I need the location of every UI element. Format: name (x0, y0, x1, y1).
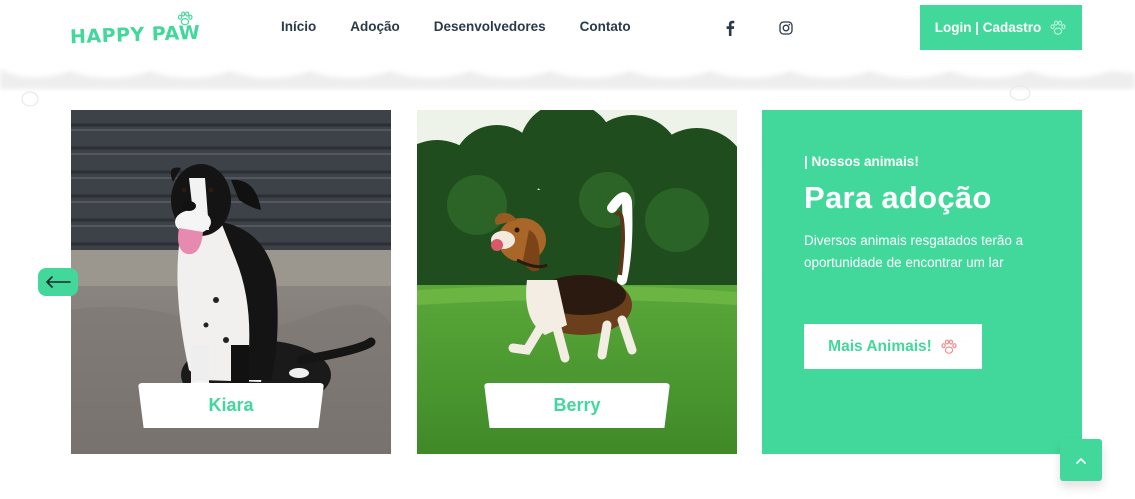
paw-outline-icon (941, 338, 957, 354)
logo[interactable]: HAPPY PAW (70, 11, 201, 50)
section-description: Diversos animais resgatados terão a opor… (804, 233, 1024, 270)
animal-card-berry[interactable]: Berry (417, 110, 737, 454)
nav-item-contato[interactable]: Contato (580, 18, 631, 36)
nav-item-desenvolvedores[interactable]: Desenvolvedores (434, 18, 546, 36)
instagram-icon[interactable] (776, 18, 796, 38)
page: HAPPY PAW Início Adoção Desenvolvedores … (0, 0, 1135, 499)
animal-name-tag: Berry (484, 383, 670, 428)
animal-name-tag: Kiara (138, 383, 324, 428)
login-signup-label: Login | Cadastro (934, 20, 1042, 35)
adoption-info-panel: | Nossos animais! Para adoção Diversos a… (762, 110, 1082, 454)
main-nav: Início Adoção Desenvolvedores Contato (281, 18, 631, 36)
cloud-divider (0, 55, 1135, 107)
more-animals-label: Mais Animais! (828, 337, 932, 355)
section-eyebrow: | Nossos animais! (804, 154, 919, 169)
nav-item-adocao[interactable]: Adoção (350, 18, 400, 36)
paw-icon (177, 11, 193, 26)
carousel-prev-button[interactable] (38, 268, 78, 296)
arrow-left-icon (46, 276, 71, 288)
facebook-icon[interactable] (720, 18, 740, 38)
more-animals-button[interactable]: Mais Animais! (804, 324, 982, 369)
chevron-up-icon (1076, 457, 1086, 464)
site-header: HAPPY PAW Início Adoção Desenvolvedores … (0, 0, 1135, 60)
nav-item-inicio[interactable]: Início (281, 18, 316, 36)
scroll-top-button[interactable] (1060, 439, 1102, 481)
animal-card-kiara[interactable]: Kiara (71, 110, 391, 454)
login-signup-button[interactable]: Login | Cadastro (920, 5, 1082, 50)
section-headline: Para adoção (804, 180, 992, 215)
paw-outline-icon (1050, 20, 1066, 35)
